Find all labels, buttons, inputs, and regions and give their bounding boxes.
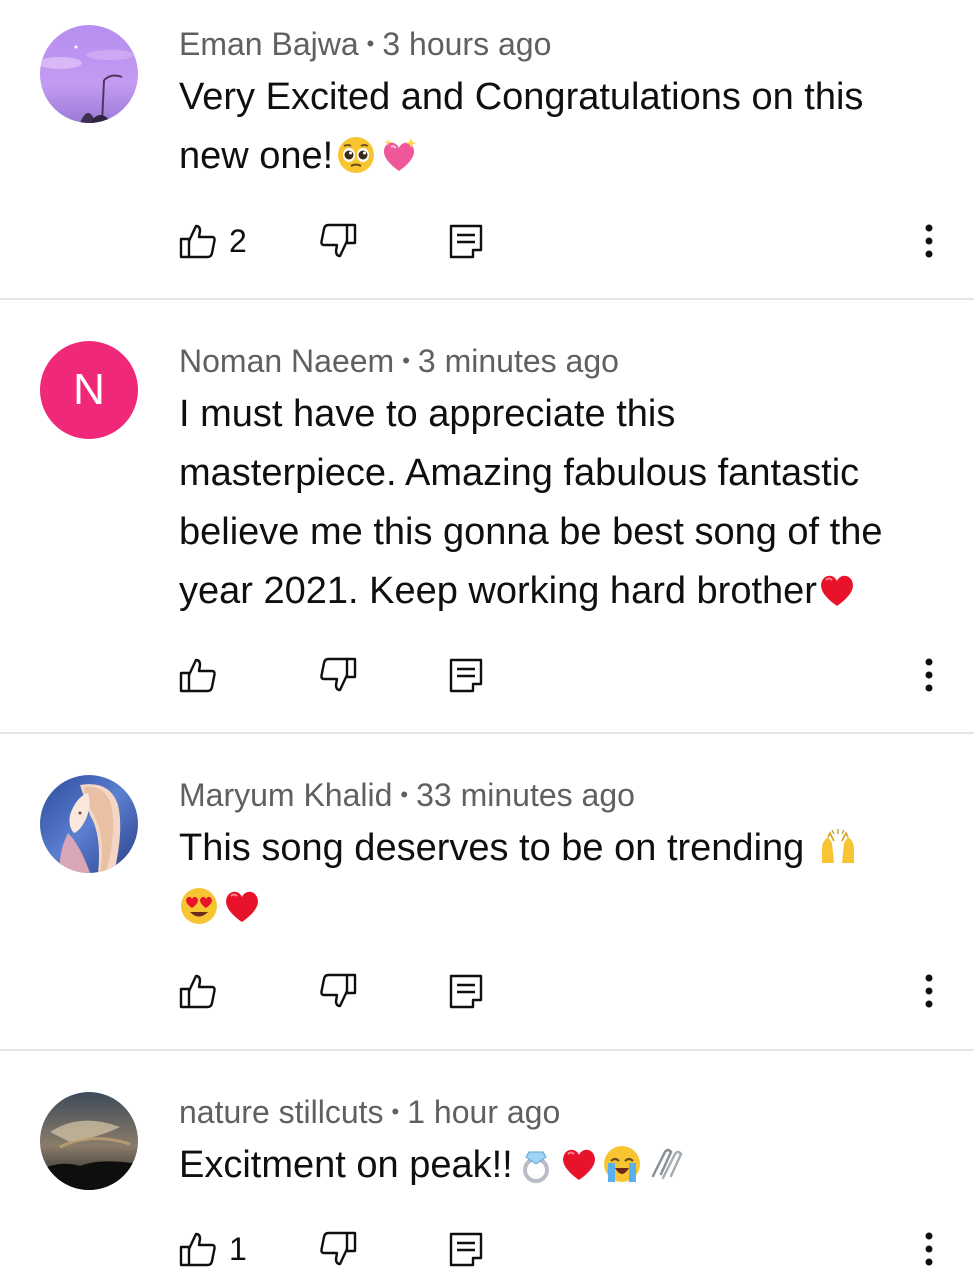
- thumbs-up-icon: [179, 658, 216, 693]
- comment-text: Very Excited and Congratulations on this…: [179, 68, 939, 186]
- raising-hands-emoji: [818, 827, 858, 867]
- more-options-button[interactable]: [909, 653, 949, 697]
- dislike-button[interactable]: [319, 1227, 357, 1271]
- ring-emoji: [516, 1144, 556, 1184]
- author-name[interactable]: Maryum Khalid: [179, 777, 392, 813]
- comment-text-line: [179, 878, 939, 937]
- meta-separator: •: [366, 31, 375, 56]
- avatar[interactable]: [40, 25, 138, 123]
- thumbs-up-icon: [179, 974, 216, 1009]
- comment-time[interactable]: 33 minutes ago: [416, 777, 635, 813]
- comment-text: This song deserves to be on trending: [179, 819, 939, 937]
- comment-actions: 2: [179, 219, 959, 263]
- more-vert-icon: [925, 658, 933, 692]
- comment-text: Excitment on peak!!: [179, 1136, 939, 1195]
- dislike-button[interactable]: [319, 653, 357, 697]
- comment-meta: Maryum Khalid • 33 minutes ago: [179, 775, 635, 815]
- reply-button[interactable]: [447, 219, 485, 263]
- avatar-image: [40, 25, 138, 123]
- comment-time[interactable]: 3 hours ago: [382, 26, 551, 62]
- comment-time[interactable]: 3 minutes ago: [418, 343, 619, 379]
- loudly-crying-face-emoji: [602, 1144, 642, 1184]
- more-options-button[interactable]: [909, 969, 949, 1013]
- comment-actions: [179, 653, 959, 697]
- avatar-image: [40, 775, 138, 873]
- comment-text-line: Very Excited and Congratulations on this: [179, 76, 864, 118]
- meta-separator: •: [391, 1099, 400, 1124]
- thumbs-up-icon: [179, 1232, 216, 1267]
- comment-text-line: year 2021. Keep working hard brother: [179, 562, 939, 621]
- thumbs-down-icon: [320, 657, 357, 692]
- sparkling-heart-emoji: [379, 135, 419, 175]
- more-vert-icon: [925, 224, 933, 258]
- red-heart-emoji: [817, 570, 857, 610]
- like-button[interactable]: [179, 969, 229, 1013]
- thumbs-down-icon: [320, 1231, 357, 1266]
- paperclips-emoji: [645, 1144, 685, 1184]
- reply-icon: [449, 658, 483, 693]
- red-heart-emoji: [222, 886, 262, 926]
- reply-button[interactable]: [447, 969, 485, 1013]
- comment-text-line: believe me this gonna be best song of th…: [179, 511, 883, 553]
- reply-icon: [449, 974, 483, 1009]
- thumbs-down-icon: [320, 223, 357, 258]
- pleading-face-emoji: [336, 135, 376, 175]
- avatar[interactable]: [40, 1092, 138, 1190]
- divider: [0, 732, 974, 734]
- like-count: 1: [229, 1231, 247, 1267]
- avatar-image: [40, 1092, 138, 1190]
- comment-text: I must have to appreciate this masterpie…: [179, 385, 939, 621]
- thumbs-down-icon: [320, 973, 357, 1008]
- comment-meta: nature stillcuts • 1 hour ago: [179, 1092, 560, 1132]
- comment-actions: [179, 969, 959, 1013]
- heart-eyes-emoji: [179, 886, 219, 926]
- thumbs-up-icon: [179, 224, 216, 259]
- more-options-button[interactable]: [909, 1227, 949, 1271]
- like-button[interactable]: 2: [179, 219, 247, 263]
- divider: [0, 1049, 974, 1051]
- reply-icon: [449, 224, 483, 259]
- comment-text-line: This song deserves to be on trending: [179, 819, 939, 878]
- author-name[interactable]: Eman Bajwa: [179, 26, 359, 62]
- comment-text-line: masterpiece. Amazing fabulous fantastic: [179, 452, 860, 494]
- like-count: 2: [229, 223, 247, 259]
- more-vert-icon: [925, 1232, 933, 1266]
- comment-text-line: Excitment on peak!!: [179, 1136, 939, 1195]
- comment-meta: Noman Naeem • 3 minutes ago: [179, 341, 619, 381]
- comment-meta: Eman Bajwa • 3 hours ago: [179, 24, 551, 64]
- red-heart-emoji: [559, 1144, 599, 1184]
- more-options-button[interactable]: [909, 219, 949, 263]
- divider: [0, 298, 974, 300]
- avatar[interactable]: N: [40, 341, 138, 439]
- reply-button[interactable]: [447, 653, 485, 697]
- reply-button[interactable]: [447, 1227, 485, 1271]
- author-name[interactable]: Noman Naeem: [179, 343, 394, 379]
- dislike-button[interactable]: [319, 969, 357, 1013]
- comments-list: Eman Bajwa • 3 hours ago Very Excited and …: [0, 0, 974, 1280]
- dislike-button[interactable]: [319, 219, 357, 263]
- like-button[interactable]: [179, 653, 229, 697]
- like-button[interactable]: 1: [179, 1227, 247, 1271]
- avatar[interactable]: [40, 775, 138, 873]
- comment-text-line: new one!: [179, 127, 939, 186]
- meta-separator: •: [400, 782, 409, 807]
- avatar-letter: N: [73, 365, 105, 414]
- more-vert-icon: [925, 974, 933, 1008]
- comment-text-line: I must have to appreciate this: [179, 393, 676, 435]
- comment-time[interactable]: 1 hour ago: [407, 1094, 560, 1130]
- reply-icon: [449, 1232, 483, 1267]
- comment-actions: 1: [179, 1227, 959, 1271]
- meta-separator: •: [402, 348, 410, 373]
- author-name[interactable]: nature stillcuts: [179, 1094, 384, 1130]
